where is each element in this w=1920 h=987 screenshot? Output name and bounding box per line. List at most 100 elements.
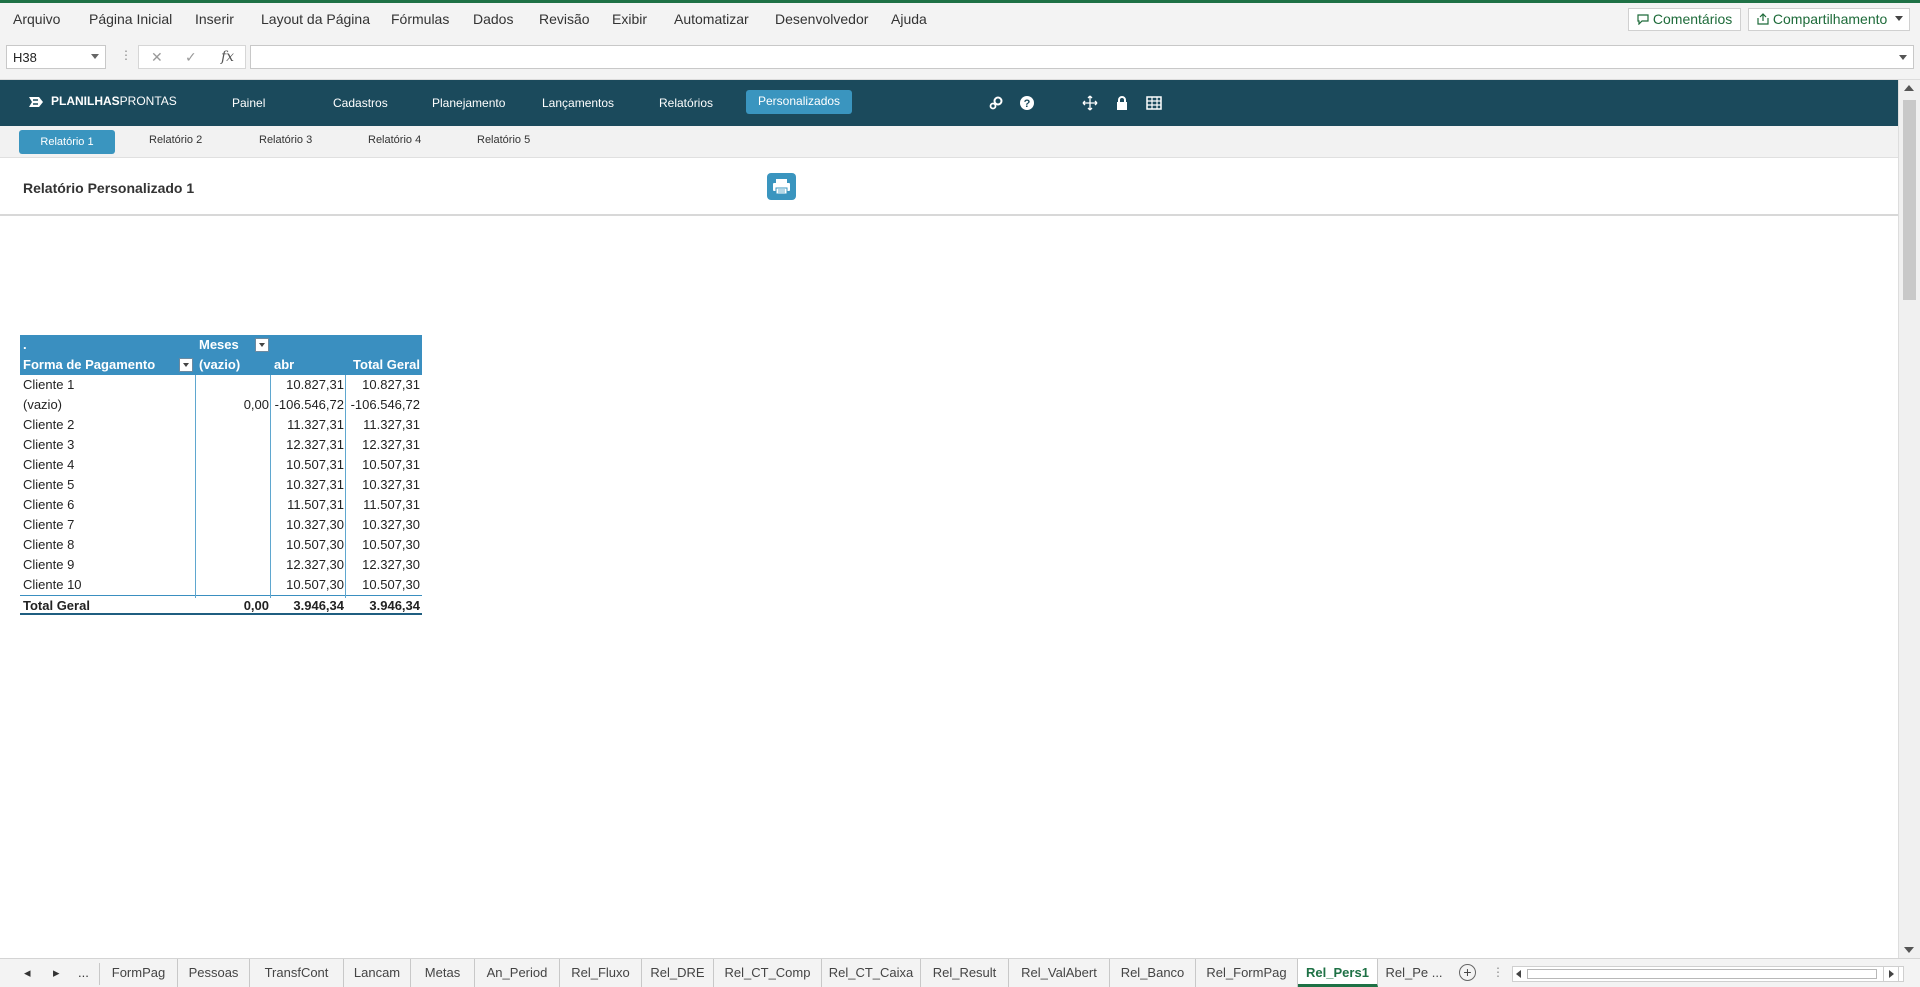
sheet-tab[interactable]: Rel_FormPag xyxy=(1196,959,1298,987)
sheet-tab[interactable]: Rel_Pe ... xyxy=(1378,959,1450,987)
settings-icon[interactable] xyxy=(988,95,1004,111)
ribbon-tab-formulas[interactable]: Fórmulas xyxy=(391,11,449,27)
ribbon-tab-automatizar[interactable]: Automatizar xyxy=(674,11,749,27)
grid-icon[interactable] xyxy=(1146,95,1162,111)
sheet-tab[interactable]: Metas xyxy=(411,959,475,987)
table-row[interactable]: Cliente 9 12.327,30 12.327,30 xyxy=(20,555,422,575)
cell-abr: 10.327,30 xyxy=(286,517,344,532)
comment-icon xyxy=(1637,14,1649,26)
sheet-tab[interactable]: Rel_Fluxo xyxy=(560,959,642,987)
table-row[interactable]: Cliente 8 10.507,30 10.507,30 xyxy=(20,535,422,555)
nav-lancamentos[interactable]: Lançamentos xyxy=(542,92,614,116)
nav-personalizados[interactable]: Personalizados xyxy=(746,90,853,114)
print-button[interactable] xyxy=(767,173,796,200)
table-row[interactable]: (vazio) 0,00 -106.546,72 -106.546,72 xyxy=(20,395,422,415)
logo-icon xyxy=(29,97,43,107)
vertical-scrollbar[interactable] xyxy=(1898,80,1920,958)
ribbon-tab-arquivo[interactable]: Arquivo xyxy=(13,11,60,27)
name-box[interactable]: H38 xyxy=(6,45,106,69)
row-label: Cliente 9 xyxy=(23,557,75,572)
table-row[interactable]: Cliente 3 12.327,31 12.327,31 xyxy=(20,435,422,455)
share-button[interactable]: Compartilhamento xyxy=(1748,8,1911,31)
scrollbar-thumb[interactable] xyxy=(1903,100,1916,300)
sheet-tab[interactable]: Rel_DRE xyxy=(642,959,714,987)
table-row[interactable]: Cliente 2 11.327,31 11.327,31 xyxy=(20,415,422,435)
ribbon-tab-revisao[interactable]: Revisão xyxy=(539,11,590,27)
ribbon-tab-ajuda[interactable]: Ajuda xyxy=(891,11,927,27)
nav-relatorios[interactable]: Relatórios xyxy=(659,92,713,116)
chevron-down-icon[interactable] xyxy=(1895,16,1904,21)
scroll-down-icon[interactable] xyxy=(1904,947,1914,953)
formula-input[interactable] xyxy=(250,45,1914,69)
pivot-col-header: (vazio) xyxy=(199,357,241,372)
chevron-down-icon[interactable] xyxy=(1899,55,1907,60)
subtab-relatorio-3[interactable]: Relatório 3 xyxy=(259,134,312,146)
sheet-tab[interactable]: Lancam xyxy=(344,959,411,987)
table-row[interactable]: Cliente 10 10.507,30 10.507,30 xyxy=(20,575,422,595)
sheet-tab[interactable]: Rel_CT_Comp xyxy=(714,959,822,987)
row-label: Cliente 5 xyxy=(23,477,75,492)
cell-total: 10.507,30 xyxy=(362,537,420,552)
ribbon-tab-dados[interactable]: Dados xyxy=(473,11,513,27)
ribbon-tab-inserir[interactable]: Inserir xyxy=(195,11,234,27)
sheet-tab[interactable]: FormPag xyxy=(100,959,178,987)
check-icon[interactable]: ✓ xyxy=(185,49,197,66)
drag-handle-icon[interactable]: ⋮ xyxy=(1492,965,1504,979)
sheet-tab[interactable]: Rel_ValAbert xyxy=(1009,959,1110,987)
function-icon[interactable]: fx xyxy=(221,49,234,65)
app-header: PLANILHASPRONTAS Painel Cadastros Planej… xyxy=(0,80,1898,126)
nav-painel[interactable]: Painel xyxy=(232,92,265,116)
table-row[interactable]: Cliente 4 10.507,31 10.507,31 xyxy=(20,455,422,475)
sheet-tab[interactable]: Rel_CT_Caixa xyxy=(822,959,921,987)
column-filter-button[interactable] xyxy=(255,338,269,352)
chevron-left-icon[interactable]: ◂ xyxy=(24,965,31,981)
scrollbar-thumb[interactable] xyxy=(1527,969,1877,979)
nav-cadastros[interactable]: Cadastros xyxy=(333,92,388,116)
scroll-left-icon[interactable] xyxy=(1516,970,1521,978)
nav-planejamento[interactable]: Planejamento xyxy=(432,92,505,116)
sheet-tab[interactable]: Rel_Banco xyxy=(1110,959,1196,987)
table-row[interactable]: Cliente 7 10.327,30 10.327,30 xyxy=(20,515,422,535)
cell-abr: 12.327,31 xyxy=(286,437,344,452)
formula-actions: ✕ ✓ fx xyxy=(138,45,246,69)
comments-button[interactable]: Comentários xyxy=(1628,8,1742,31)
table-row[interactable]: Cliente 1 10.827,31 10.827,31 xyxy=(20,375,422,395)
sheet-tab[interactable]: Pessoas xyxy=(178,959,250,987)
subtab-relatorio-5[interactable]: Relatório 5 xyxy=(477,134,530,146)
lock-icon[interactable] xyxy=(1114,95,1130,111)
move-icon[interactable] xyxy=(1082,95,1098,111)
chevron-right-icon[interactable]: ▸ xyxy=(53,965,60,981)
sheet-tabs-bar: ◂ ▸ ... FormPag Pessoas TransfCont Lanca… xyxy=(0,958,1920,987)
subtab-relatorio-2[interactable]: Relatório 2 xyxy=(149,134,202,146)
drag-handle-icon[interactable]: ⋮ xyxy=(120,48,132,62)
row-filter-button[interactable] xyxy=(179,358,193,372)
pivot-header-row-2: Forma de Pagamento (vazio) abr Total Ger… xyxy=(20,355,422,375)
sheet-tab[interactable]: An_Period xyxy=(475,959,560,987)
ribbon-tab-pagina-inicial[interactable]: Página Inicial xyxy=(89,11,172,27)
sheet-tab[interactable]: TransfCont xyxy=(250,959,344,987)
more-sheets-button[interactable]: ... xyxy=(78,965,89,980)
table-row[interactable]: Cliente 5 10.327,31 10.327,31 xyxy=(20,475,422,495)
sheet-tab-active[interactable]: Rel_Pers1 xyxy=(1298,959,1378,987)
ribbon-tab-layout[interactable]: Layout da Página xyxy=(261,11,370,27)
table-row[interactable]: Cliente 6 11.507,31 11.507,31 xyxy=(20,495,422,515)
row-label: Cliente 10 xyxy=(23,577,82,592)
ribbon-tab-exibir[interactable]: Exibir xyxy=(612,11,647,27)
report-subtabs: Relatório 1 Relatório 2 Relatório 3 Rela… xyxy=(0,126,1898,158)
chevron-down-icon[interactable] xyxy=(91,54,99,59)
help-icon[interactable]: ? xyxy=(1019,95,1035,111)
page-title: Relatório Personalizado 1 xyxy=(23,180,195,196)
horizontal-scrollbar[interactable] xyxy=(1512,966,1904,982)
cancel-icon[interactable]: ✕ xyxy=(151,49,163,66)
add-sheet-icon[interactable]: + xyxy=(1459,964,1476,981)
ribbon-tab-desenvolvedor[interactable]: Desenvolvedor xyxy=(775,11,868,27)
share-label: Compartilhamento xyxy=(1772,11,1888,27)
total-row[interactable]: Total Geral 0,00 3.946,34 3.946,34 xyxy=(20,595,422,615)
cell-vazio xyxy=(196,375,271,395)
scroll-right-icon[interactable] xyxy=(1883,966,1899,982)
subtab-relatorio-1[interactable]: Relatório 1 xyxy=(19,130,115,154)
sheet-tab[interactable]: Rel_Result xyxy=(921,959,1009,987)
subtab-relatorio-4[interactable]: Relatório 4 xyxy=(368,134,421,146)
scroll-up-icon[interactable] xyxy=(1904,85,1914,91)
logo-text-bold: PLANILHAS xyxy=(51,94,120,109)
